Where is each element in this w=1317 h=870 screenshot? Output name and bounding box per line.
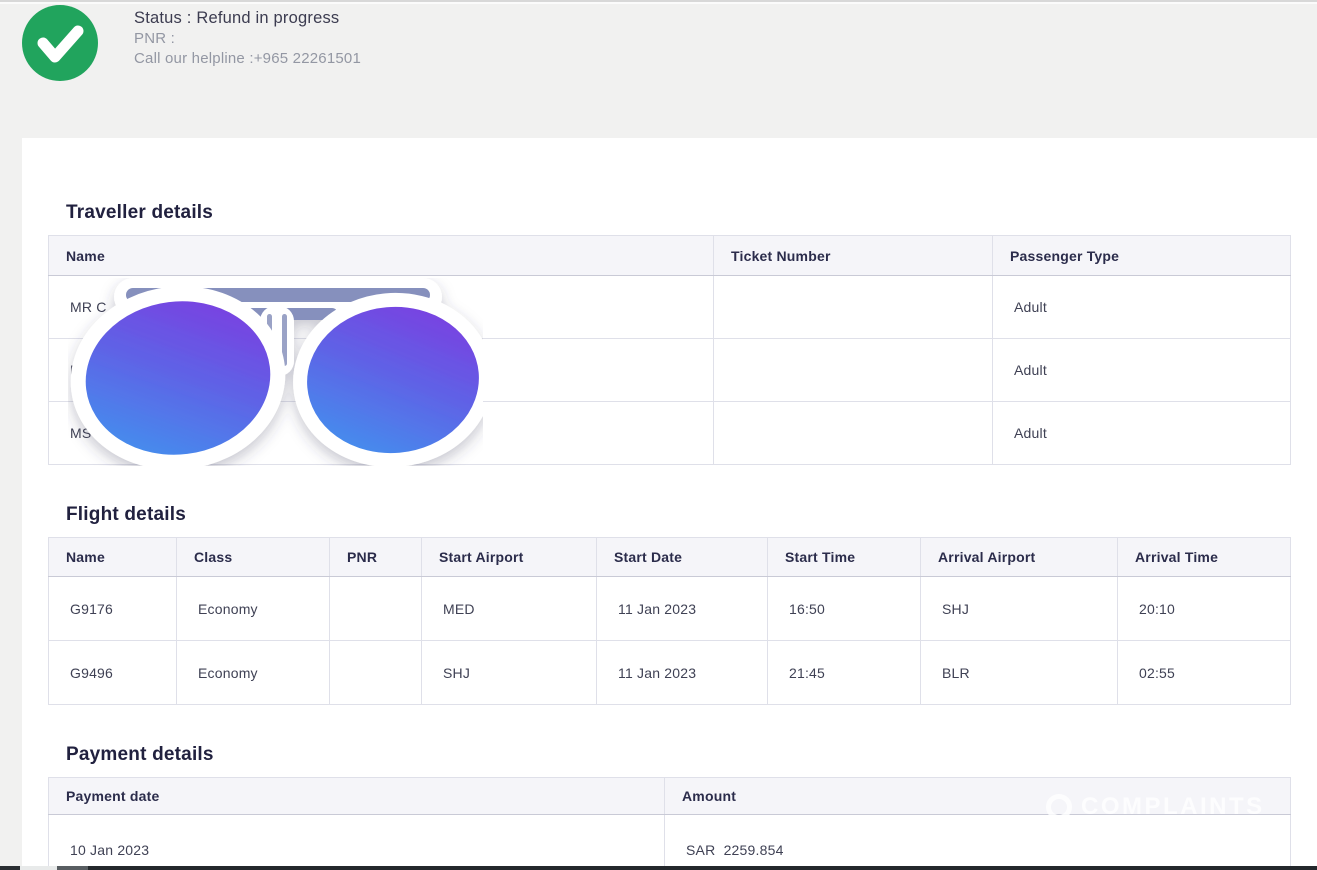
flight-start-airport: MED xyxy=(422,577,597,641)
flight-details-title: Flight details xyxy=(66,504,186,526)
flight-header-row: Name Class PNR Start Airport Start Date … xyxy=(49,538,1291,577)
details-card: Traveller details Name Ticket Number Pas… xyxy=(22,138,1317,870)
traveller-ticket xyxy=(714,339,993,402)
traveller-col-ticket: Ticket Number xyxy=(714,236,993,276)
table-row: MS J Adult xyxy=(49,402,1291,465)
payment-amount: SAR 2259.854 xyxy=(665,815,1291,870)
table-row: G9496 Economy SHJ 11 Jan 2023 21:45 BLR … xyxy=(49,641,1291,705)
traveller-details-title: Traveller details xyxy=(66,202,213,224)
flight-start-date: 11 Jan 2023 xyxy=(597,641,768,705)
flight-start-date: 11 Jan 2023 xyxy=(597,577,768,641)
payment-header-row: Payment date Amount xyxy=(49,778,1291,815)
payment-date: 10 Jan 2023 xyxy=(49,815,665,870)
payment-col-amount: Amount xyxy=(665,778,1291,815)
traveller-type: Adult xyxy=(993,402,1291,465)
progress-segment xyxy=(57,866,88,870)
flight-start-airport: SHJ xyxy=(422,641,597,705)
payment-details-title: Payment details xyxy=(66,744,214,766)
flight-pnr xyxy=(330,577,422,641)
flight-pnr xyxy=(330,641,422,705)
status-text-block: Status : Refund in progress PNR : Call o… xyxy=(134,7,361,68)
flight-col-pnr: PNR xyxy=(330,538,422,577)
traveller-details-table: Name Ticket Number Passenger Type MR C A… xyxy=(48,235,1291,465)
table-row: MR C Adult xyxy=(49,276,1291,339)
flight-details-table: Name Class PNR Start Airport Start Date … xyxy=(48,537,1291,705)
progress-segment xyxy=(0,866,20,870)
traveller-name: MR C xyxy=(49,276,714,339)
payment-col-date: Payment date xyxy=(49,778,665,815)
pnr-text: PNR : xyxy=(134,29,361,49)
flight-arrival-airport: SHJ xyxy=(921,577,1118,641)
traveller-col-type: Passenger Type xyxy=(993,236,1291,276)
table-row: G9176 Economy MED 11 Jan 2023 16:50 SHJ … xyxy=(49,577,1291,641)
status-text: Status : Refund in progress xyxy=(134,7,361,29)
flight-col-arrival-airport: Arrival Airport xyxy=(921,538,1118,577)
flight-col-class: Class xyxy=(177,538,330,577)
traveller-name: MS J xyxy=(49,402,714,465)
status-header: Status : Refund in progress PNR : Call o… xyxy=(0,0,1317,138)
flight-col-start-date: Start Date xyxy=(597,538,768,577)
flight-arrival-airport: BLR xyxy=(921,641,1118,705)
traveller-ticket xyxy=(714,276,993,339)
bottom-progress-bar xyxy=(0,866,1317,870)
flight-name: G9496 xyxy=(49,641,177,705)
traveller-col-name: Name xyxy=(49,236,714,276)
flight-start-time: 21:45 xyxy=(768,641,921,705)
traveller-type: Adult xyxy=(993,339,1291,402)
flight-col-name: Name xyxy=(49,538,177,577)
flight-name: G9176 xyxy=(49,577,177,641)
table-row: 10 Jan 2023 SAR 2259.854 xyxy=(49,815,1291,870)
flight-class: Economy xyxy=(177,641,330,705)
flight-start-time: 16:50 xyxy=(768,577,921,641)
flight-arrival-time: 02:55 xyxy=(1118,641,1291,705)
progress-segment xyxy=(20,866,57,870)
helpline-text: Call our helpline :+965 22261501 xyxy=(134,49,361,69)
traveller-ticket xyxy=(714,402,993,465)
top-strip xyxy=(0,0,1317,4)
traveller-name: M xyxy=(49,339,714,402)
traveller-type: Adult xyxy=(993,276,1291,339)
flight-col-start-airport: Start Airport xyxy=(422,538,597,577)
table-row: M Adult xyxy=(49,339,1291,402)
payment-details-table: Payment date Amount 10 Jan 2023 SAR 2259… xyxy=(48,777,1291,870)
flight-class: Economy xyxy=(177,577,330,641)
success-check-icon xyxy=(22,5,98,81)
traveller-header-row: Name Ticket Number Passenger Type xyxy=(49,236,1291,276)
flight-col-arrival-time: Arrival Time xyxy=(1118,538,1291,577)
flight-col-start-time: Start Time xyxy=(768,538,921,577)
flight-arrival-time: 20:10 xyxy=(1118,577,1291,641)
